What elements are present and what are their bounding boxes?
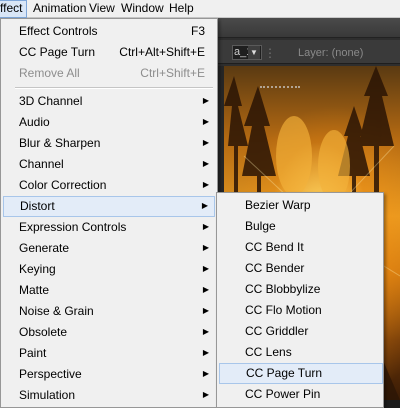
menu-item-3d-channel[interactable]: 3D Channel ▶ [3, 91, 215, 112]
menu-item-label: Generate [19, 241, 70, 255]
menu-help[interactable]: Help [164, 0, 199, 18]
menu-item-color-correction[interactable]: Color Correction ▶ [3, 175, 215, 196]
menu-item-label: Paint [19, 346, 47, 360]
chevron-right-icon: ▶ [202, 138, 209, 147]
menu-item-paint[interactable]: Paint ▶ [3, 343, 215, 364]
menu-item-cc-page-turn[interactable]: CC Page Turn Ctrl+Alt+Shift+E [3, 42, 215, 63]
menu-item-label: Obsolete [19, 325, 68, 339]
menu-item-expression-controls[interactable]: Expression Controls ▶ [3, 217, 215, 238]
menu-item-label: Blur & Sharpen [19, 136, 101, 150]
menu-item-label: 3D Channel [19, 94, 83, 108]
menu-bar: ffect Animation View Window Help [0, 0, 400, 18]
menu-item-label: Keying [19, 262, 56, 276]
menu-item-label: Noise & Grain [19, 304, 94, 318]
menu-item-label: CC Page Turn [19, 45, 96, 59]
menu-item-bulge[interactable]: Bulge [219, 216, 383, 237]
menu-item-cc-flo-motion[interactable]: CC Flo Motion [219, 300, 383, 321]
chevron-right-icon: ▶ [202, 390, 209, 399]
menu-item-cc-lens[interactable]: CC Lens [219, 342, 383, 363]
menu-item-label: Channel [19, 157, 64, 171]
distort-submenu: Bezier Warp Bulge CC Bend It CC Bender C… [216, 192, 384, 408]
menu-item-label: Expression Controls [19, 220, 127, 234]
menu-item-simulation[interactable]: Simulation ▶ [3, 385, 215, 406]
menu-item-label: Matte [19, 283, 50, 297]
chevron-right-icon: ▶ [202, 243, 209, 252]
menu-item-noise-grain[interactable]: Noise & Grain ▶ [3, 301, 215, 322]
menu-item-label: Distort [20, 199, 55, 213]
chevron-right-icon: ▶ [202, 96, 209, 105]
menu-effect[interactable]: ffect [0, 0, 28, 18]
menu-item-label: Effect Controls [19, 24, 98, 38]
chevron-right-icon: ▶ [202, 180, 209, 189]
menu-item-generate[interactable]: Generate ▶ [3, 238, 215, 259]
chevron-right-icon: ▶ [201, 201, 208, 210]
dropdown-arrow-icon[interactable]: ▼ [248, 46, 260, 59]
menu-animation[interactable]: Animation [28, 0, 91, 18]
menu-item-obsolete[interactable]: Obsolete ▶ [3, 322, 215, 343]
panel-grip-icon[interactable]: ⋮ [264, 45, 276, 61]
chevron-right-icon: ▶ [202, 327, 209, 336]
menu-item-distort[interactable]: Distort ▶ [3, 196, 215, 217]
layer-label: Layer: (none) [298, 47, 364, 59]
menu-item-cc-bend-it[interactable]: CC Bend It [219, 237, 383, 258]
menu-separator [15, 87, 213, 89]
menu-item-label: Perspective [19, 367, 82, 381]
menu-item-label: Remove All [19, 66, 80, 80]
chevron-right-icon: ▶ [202, 306, 209, 315]
menu-item-cc-power-pin[interactable]: CC Power Pin [219, 384, 383, 405]
menu-item-label: Color Correction [19, 178, 107, 192]
menu-item-remove-all: Remove All Ctrl+Shift+E [3, 63, 215, 84]
menu-item-cc-griddler[interactable]: CC Griddler [219, 321, 383, 342]
effect-menu: Effect Controls F3 CC Page Turn Ctrl+Alt… [0, 18, 218, 408]
menu-item-cc-bender[interactable]: CC Bender [219, 258, 383, 279]
menu-item-shortcut: Ctrl+Shift+E [140, 66, 205, 80]
menu-item-audio[interactable]: Audio ▶ [3, 112, 215, 133]
menu-item-cc-blobbylize[interactable]: CC Blobbylize [219, 279, 383, 300]
chevron-right-icon: ▶ [202, 117, 209, 126]
menu-item-matte[interactable]: Matte ▶ [3, 280, 215, 301]
chevron-right-icon: ▶ [202, 222, 209, 231]
chevron-right-icon: ▶ [202, 348, 209, 357]
menu-item-blur-sharpen[interactable]: Blur & Sharpen ▶ [3, 133, 215, 154]
chevron-right-icon: ▶ [202, 285, 209, 294]
chevron-right-icon: ▶ [202, 159, 209, 168]
chevron-right-icon: ▶ [202, 369, 209, 378]
menu-view[interactable]: View [84, 0, 120, 18]
menu-item-shortcut: Ctrl+Alt+Shift+E [119, 45, 205, 59]
menu-item-channel[interactable]: Channel ▶ [3, 154, 215, 175]
menu-item-perspective[interactable]: Perspective ▶ [3, 364, 215, 385]
menu-item-shortcut: F3 [190, 24, 205, 38]
viewer-ruler [260, 86, 300, 96]
menu-window[interactable]: Window [116, 0, 169, 18]
chevron-right-icon: ▶ [202, 264, 209, 273]
menu-item-keying[interactable]: Keying ▶ [3, 259, 215, 280]
menu-item-bezier-warp[interactable]: Bezier Warp [219, 195, 383, 216]
menu-item-label: Audio [19, 115, 50, 129]
menu-item-cc-page-turn-effect[interactable]: CC Page Turn [219, 363, 383, 384]
menu-item-effect-controls[interactable]: Effect Controls F3 [3, 21, 215, 42]
